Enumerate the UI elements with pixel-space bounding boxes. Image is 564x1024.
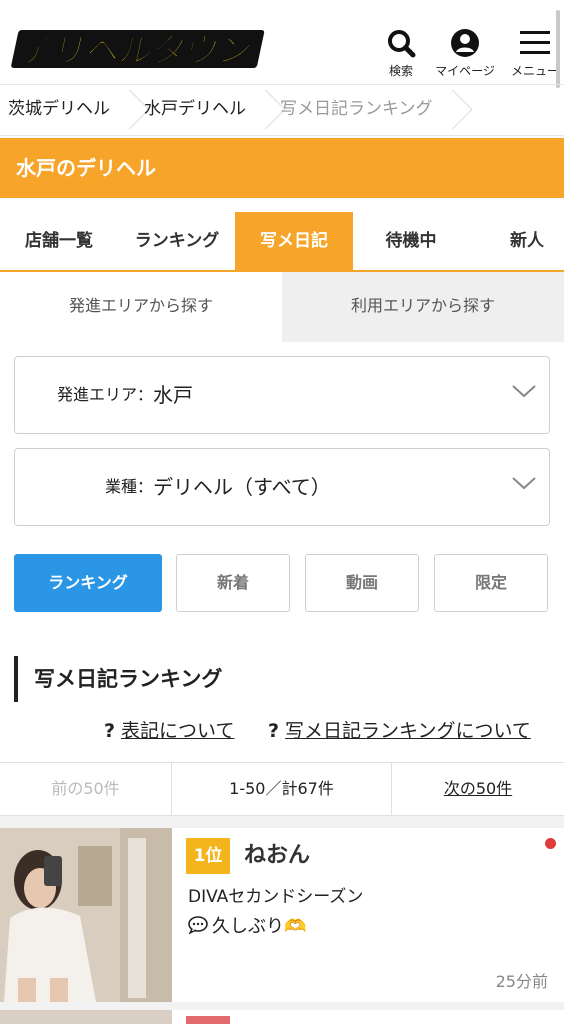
rank-badge: 1位 bbox=[186, 838, 230, 874]
departure-area-label: 発進エリア： bbox=[56, 385, 153, 404]
search-mode-tabs: 発進エリアから探す 利用エリアから探す bbox=[0, 272, 564, 342]
page-scrollbar[interactable] bbox=[556, 10, 560, 88]
question-icon: ? bbox=[104, 720, 116, 742]
business-type-label: 業種： bbox=[104, 477, 153, 496]
tab-shop-list[interactable]: 店舗一覧 bbox=[0, 212, 118, 270]
ranking-card[interactable] bbox=[0, 1010, 564, 1024]
new-indicator-dot bbox=[545, 838, 556, 849]
girl-name[interactable]: ねおん bbox=[244, 838, 310, 874]
tab-photo-diary[interactable]: 写メ日記 bbox=[235, 212, 353, 270]
business-type-select[interactable]: 業種： デリヘル（すべて） bbox=[14, 448, 550, 526]
ranking-card[interactable]: 1位 ねおん DIVAセカンドシーズン 久しぶり🫶 25分前 bbox=[0, 828, 564, 1002]
pager-prev: 前の50件 bbox=[0, 763, 172, 815]
area-title: 水戸のデリヘル bbox=[16, 156, 156, 180]
diary-comment[interactable]: 久しぶり🫶 bbox=[188, 912, 306, 938]
section-title: 写メ日記ランキング bbox=[14, 656, 222, 702]
breadcrumb-separator bbox=[114, 85, 136, 135]
hamburger-icon bbox=[520, 31, 550, 54]
post-time: 25分前 bbox=[495, 972, 548, 991]
pager-count: 1-50／計67件 bbox=[172, 763, 392, 815]
help-notation-text: 表記について bbox=[121, 720, 235, 742]
tab-ranking[interactable]: ランキング bbox=[118, 212, 236, 270]
tab-departure-area[interactable]: 発進エリアから探す bbox=[0, 272, 282, 342]
diary-comment-text: 久しぶり🫶 bbox=[212, 916, 307, 937]
departure-area-value: 水戸 bbox=[153, 383, 193, 407]
filter-new-button[interactable]: 新着 bbox=[176, 554, 290, 612]
chevron-down-icon bbox=[512, 385, 536, 398]
question-icon: ? bbox=[268, 720, 280, 742]
filter-video-button[interactable]: 動画 bbox=[305, 554, 419, 612]
diary-photo[interactable] bbox=[0, 1010, 172, 1024]
diary-photo-image bbox=[0, 828, 172, 1002]
breadcrumb-item-mito[interactable]: 水戸デリヘル bbox=[136, 85, 250, 135]
tab-usage-area[interactable]: 利用エリアから探す bbox=[282, 272, 564, 342]
mypage-button[interactable]: マイページ bbox=[430, 28, 500, 84]
tab-waiting[interactable]: 待機中 bbox=[352, 212, 470, 270]
mypage-label: マイページ bbox=[435, 64, 495, 78]
logo-graphic: デリヘルタウン bbox=[11, 30, 265, 72]
svg-text:デリヘルタウン: デリヘルタウン bbox=[16, 31, 255, 71]
menu-label: メニュー bbox=[510, 64, 559, 78]
breadcrumb: 茨城デリヘル 水戸デリヘル 写メ日記ランキング bbox=[0, 84, 564, 136]
main-tabs: 店舗一覧 ランキング 写メ日記 待機中 新人 bbox=[0, 212, 564, 272]
breadcrumb-separator bbox=[437, 85, 459, 135]
business-type-value: デリヘル（すべて） bbox=[153, 475, 331, 499]
rank-badge bbox=[186, 1016, 230, 1024]
help-ranking-text: 写メ日記ランキングについて bbox=[285, 720, 531, 742]
breadcrumb-item-ibaraki[interactable]: 茨城デリヘル bbox=[0, 85, 114, 135]
filter-limited-button[interactable]: 限定 bbox=[434, 554, 548, 612]
chevron-down-icon bbox=[512, 477, 536, 490]
shop-name[interactable]: DIVAセカンドシーズン bbox=[188, 882, 363, 907]
speech-bubble-icon bbox=[188, 916, 208, 934]
user-icon bbox=[451, 29, 479, 57]
departure-area-select[interactable]: 発進エリア： 水戸 bbox=[14, 356, 550, 434]
area-title-bar: 水戸のデリヘル bbox=[0, 138, 564, 198]
pager: 前の50件 1-50／計67件 次の50件 bbox=[0, 762, 564, 816]
site-header: デリヘルタウン 検索 マイページ メニュー bbox=[0, 0, 564, 88]
breadcrumb-separator bbox=[250, 85, 272, 135]
help-notation-link[interactable]: ? 表記について bbox=[104, 716, 234, 746]
menu-button[interactable]: メニュー bbox=[500, 28, 564, 84]
help-ranking-link[interactable]: ? 写メ日記ランキングについて bbox=[268, 716, 531, 746]
diary-photo[interactable] bbox=[0, 828, 172, 1002]
tab-newcomer[interactable]: 新人 bbox=[468, 212, 564, 270]
site-logo[interactable]: デリヘルタウン bbox=[6, 24, 268, 74]
filter-ranking-button[interactable]: ランキング bbox=[14, 554, 162, 612]
breadcrumb-item-current: 写メ日記ランキング bbox=[280, 99, 433, 119]
search-button[interactable]: 検索 bbox=[366, 28, 436, 84]
search-label: 検索 bbox=[388, 64, 413, 78]
pager-next[interactable]: 次の50件 bbox=[392, 763, 564, 815]
search-icon bbox=[388, 30, 416, 58]
